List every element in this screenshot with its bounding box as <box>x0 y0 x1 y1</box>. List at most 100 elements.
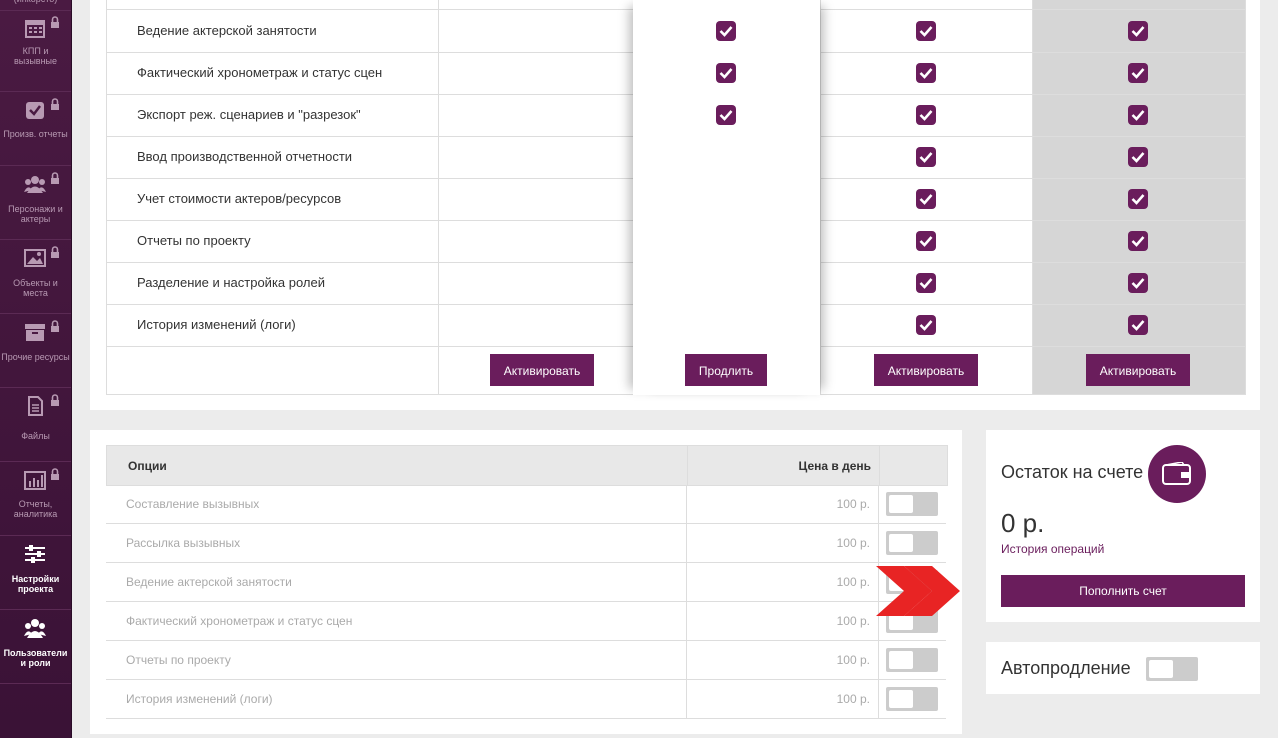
option-name: Фактический хронометраж и статус сцен <box>126 614 353 628</box>
feature-check-icon <box>1128 21 1148 41</box>
option-price: 100 р. <box>836 653 870 667</box>
feature-label: Ведение актерской занятости <box>137 23 317 38</box>
option-row: Составление вызывных 100 р. <box>106 485 946 524</box>
feature-label: Ввод производственной отчетности <box>137 149 353 164</box>
toggle-knob <box>889 651 913 669</box>
sidebar-item[interactable]: КПП и вызывные <box>0 10 71 92</box>
lock-icon <box>51 98 59 110</box>
option-name: История изменений (логи) <box>126 692 273 706</box>
feature-check-icon <box>1128 147 1148 167</box>
feature-label: Разделение и настройка ролей <box>137 275 326 290</box>
option-toggle[interactable] <box>886 492 938 516</box>
sidebar-item-label: Пользователи и роли <box>3 648 68 668</box>
feature-check-icon <box>1128 105 1148 125</box>
feature-check-icon <box>916 147 936 167</box>
option-name: Отчеты по проекту <box>126 653 231 667</box>
feature-check-icon <box>916 231 936 251</box>
file-icon <box>28 396 43 416</box>
users-icon <box>24 619 46 638</box>
feature-check-icon <box>1128 189 1148 209</box>
feature-label: Учет стоимости актеров/ресурсов <box>137 191 342 206</box>
feature-check-icon <box>916 315 936 335</box>
option-column-divider <box>878 524 879 562</box>
sidebar-item[interactable]: Произв. отчеты <box>0 91 71 166</box>
option-column-divider <box>878 641 879 679</box>
feature-check-icon <box>716 21 736 41</box>
option-column-divider <box>686 524 687 562</box>
sidebar-item[interactable]: Прочие ресурсы <box>0 313 71 388</box>
option-price: 100 р. <box>836 614 870 628</box>
autorenew-toggle[interactable] <box>1146 657 1198 681</box>
option-row: Отчеты по проекту 100 р. <box>106 641 946 680</box>
option-column-divider <box>878 680 879 718</box>
extend-button[interactable]: Продлить <box>685 354 767 386</box>
feature-label: История изменений (логи) <box>137 317 296 332</box>
lock-icon <box>51 172 59 184</box>
sidebar-item-label: Объекты и места <box>13 278 58 298</box>
option-toggle[interactable] <box>886 648 938 672</box>
wallet-badge <box>1148 445 1206 503</box>
table-column-divider <box>1245 0 1246 395</box>
feature-label: Экспорт реж. сценариев и "разрезок" <box>137 107 361 122</box>
option-row: Фактический хронометраж и статус сцен 100… <box>106 602 946 641</box>
option-column-divider <box>686 680 687 718</box>
balance-amount: 0 р. <box>1001 508 1045 538</box>
options-panel: Опции Цена в день Составление вызывных 10… <box>90 430 962 734</box>
sidebar-item-label: Произв. отчеты <box>3 129 68 139</box>
chart-icon <box>24 471 46 490</box>
red-arrow-indicator-icon <box>876 566 960 616</box>
option-row: Рассылка вызывных 100 р. <box>106 524 946 563</box>
feature-check-icon <box>1128 63 1148 83</box>
sliders-icon <box>25 545 45 563</box>
sidebar-item[interactable]: Отчеты, аналитика <box>0 461 71 536</box>
activate-button[interactable]: Активировать <box>490 354 594 386</box>
toggle-knob <box>889 495 913 513</box>
toggle-knob <box>889 534 913 552</box>
option-column-divider <box>686 641 687 679</box>
balance-card: Остаток на счете 0 р. История операций П… <box>986 430 1260 622</box>
options-table-header: Опции Цена в день <box>106 445 948 486</box>
sidebar-item[interactable]: Файлы <box>0 387 71 462</box>
lock-icon <box>51 16 59 28</box>
feature-check-icon <box>716 105 736 125</box>
option-column-divider <box>686 563 687 601</box>
option-column-divider <box>686 602 687 640</box>
feature-check-icon <box>916 105 936 125</box>
sidebar-item-label: Персонажи и актеры <box>8 204 63 224</box>
wallet-icon <box>1162 462 1191 485</box>
activate-button[interactable]: Активировать <box>1086 354 1190 386</box>
sidebar-item[interactable]: Объекты и места <box>0 239 71 314</box>
option-toggle[interactable] <box>886 531 938 555</box>
sidebar-item[interactable]: Настройки проекта <box>0 535 71 610</box>
option-column-divider <box>686 485 687 523</box>
feature-check-icon <box>916 63 936 83</box>
sidebar-item-label: Отчеты, аналитика <box>13 499 58 519</box>
lock-icon <box>51 394 59 406</box>
option-row: История изменений (логи) 100 р. <box>106 680 946 719</box>
feature-check-icon <box>916 189 936 209</box>
sidebar-item-label: (инкорсто) <box>0 0 71 4</box>
option-price: 100 р. <box>836 575 870 589</box>
option-name: Составление вызывных <box>126 497 260 511</box>
checkbox-icon <box>26 102 44 119</box>
archive-icon <box>25 324 45 341</box>
sidebar: (инкорсто) КПП и вызывные Произв. отчеты Пе… <box>0 0 72 738</box>
people-icon <box>24 176 46 193</box>
options-header-name: Опции <box>128 459 167 473</box>
sidebar-item-label: Файлы <box>21 431 50 441</box>
current-plan-column <box>633 0 820 395</box>
sidebar-item[interactable]: Пользователи и роли <box>0 609 71 684</box>
calendar-icon <box>25 20 45 38</box>
topup-button[interactable]: Пополнить счет <box>1001 575 1245 607</box>
options-header-divider <box>879 446 880 485</box>
operations-history-link[interactable]: История операций <box>1001 542 1104 556</box>
option-name: Ведение актерской занятости <box>126 575 292 589</box>
option-toggle[interactable] <box>886 687 938 711</box>
balance-title: Остаток на счете <box>1001 462 1144 482</box>
sidebar-item[interactable]: Персонажи и актеры <box>0 165 71 240</box>
option-price: 100 р. <box>836 536 870 550</box>
sidebar-item-label: КПП и вызывные <box>13 46 58 66</box>
activate-button[interactable]: Активировать <box>874 354 978 386</box>
autorenew-card: Автопродление <box>986 642 1260 694</box>
feature-label: Фактический хронометраж и статус сцен <box>137 65 383 80</box>
